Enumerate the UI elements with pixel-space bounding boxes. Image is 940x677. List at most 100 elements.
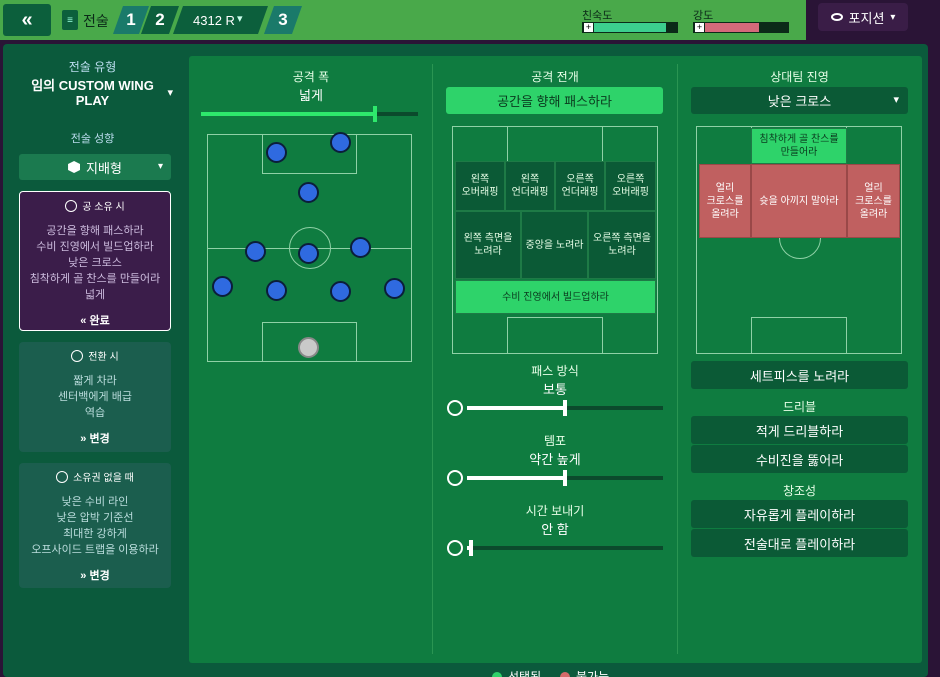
- legend-selected: 선택됨: [492, 668, 541, 677]
- transition-title: 전환 시: [23, 348, 167, 363]
- familiarity-label: 친숙도: [582, 10, 613, 22]
- formation-pitch: [207, 132, 412, 362]
- time-wasting-handle[interactable]: [468, 540, 473, 556]
- in-possession-item: 넓게: [84, 289, 106, 301]
- player-marker-dr[interactable]: [384, 278, 405, 299]
- passing-title: 패스 방식: [531, 364, 579, 378]
- intensity-label: 강도: [693, 10, 714, 22]
- approach-title: 공격 전개: [531, 70, 579, 84]
- player-marker-dc[interactable]: [330, 281, 351, 302]
- in-possession-item: 침착하게 골 찬스를 만들어라: [29, 273, 161, 285]
- transition-card[interactable]: 전환 시 짧게 차라 센터백에게 배급 역습 » 변경: [19, 342, 171, 452]
- out-of-possession-title: 소유권 없을 때: [23, 469, 167, 484]
- speedometer-icon: [447, 470, 463, 486]
- transition-item: 짧게 차라: [73, 375, 117, 387]
- in-possession-title: 공 소유 시: [24, 198, 166, 213]
- double-chevron-left-icon: «: [21, 8, 33, 31]
- transition-item: 역습: [84, 407, 106, 419]
- player-marker-am[interactable]: [298, 182, 319, 203]
- final-third-value: 낮은 크로스: [767, 94, 832, 109]
- done-button[interactable]: « 완료: [24, 312, 166, 328]
- ball-icon: [447, 400, 463, 416]
- disciplined-play-button[interactable]: 전술대로 플레이하라: [691, 529, 908, 557]
- zone-left-underlap[interactable]: 왼쪽 언더래핑: [505, 161, 555, 211]
- in-possession-item: 낮은 크로스: [68, 257, 122, 269]
- passing-handle[interactable]: [563, 400, 567, 416]
- zone-center[interactable]: 중앙을 노려라: [521, 211, 588, 279]
- attacking-width-handle[interactable]: [372, 106, 377, 122]
- familiarity-meter: +: [582, 22, 678, 33]
- column-divider: [677, 64, 678, 654]
- penalty-box: [507, 126, 603, 162]
- tactics-icon: ≡: [62, 10, 78, 30]
- legend-unavailable: 불가능: [560, 668, 609, 677]
- time-wasting-value: 안 함: [541, 522, 569, 537]
- chevron-down-icon: ▾: [167, 87, 173, 99]
- player-marker-dc[interactable]: [266, 280, 287, 301]
- zone-right-flank[interactable]: 오른쪽 측면을 노려라: [588, 211, 656, 279]
- zone-early-cross-right[interactable]: 얼리 크로스를 올려라: [847, 164, 900, 238]
- final-third-title: 상대팀 진영: [770, 70, 829, 84]
- change-button[interactable]: » 변경: [23, 567, 167, 583]
- zone-right-overlap[interactable]: 오른쪽 오버래핑: [605, 161, 656, 211]
- player-marker-st[interactable]: [266, 142, 287, 163]
- zone-early-cross-left[interactable]: 얼리 크로스를 올려라: [699, 164, 751, 238]
- zone-right-underlap[interactable]: 오른쪽 언더래핑: [555, 161, 605, 211]
- instructions-area: 공격 폭 넓게 공격 전개 공간을 향해 패스하라 왼쪽 오버래핑 왼쪽 언더래…: [189, 56, 922, 663]
- player-marker-gk[interactable]: [298, 337, 319, 358]
- position-view-button[interactable]: 포지션 ▾: [818, 3, 908, 31]
- out-of-possession-item: 오프사이드 트랩을 이용하라: [31, 544, 159, 556]
- tactic-name-selector[interactable]: 임의 CUSTOM WING PLAY ▾: [10, 78, 175, 108]
- time-wasting-slider[interactable]: [467, 546, 663, 550]
- position-button-label: 포지션: [848, 10, 885, 26]
- in-possession-item: 수비 진영에서 빌드업하라: [36, 241, 154, 253]
- out-of-possession-item: 낮은 수비 라인: [61, 496, 129, 508]
- intensity-meter: +: [693, 22, 789, 33]
- familiarity-fill: [594, 23, 667, 32]
- plus-icon: +: [584, 22, 593, 32]
- zone-work-into-box[interactable]: 침착하게 골 찬스를 만들어라: [751, 128, 847, 164]
- tactic-slot-3[interactable]: 3: [264, 6, 302, 34]
- in-possession-item: 공간을 향해 패스하라: [46, 225, 144, 237]
- final-third-dropdown[interactable]: 낮은 크로스 ▾: [691, 87, 908, 114]
- free-play-button[interactable]: 자유롭게 플레이하라: [691, 500, 908, 528]
- formation-selector[interactable]: 4312 R: [173, 6, 268, 34]
- player-marker-dm[interactable]: [298, 243, 319, 264]
- back-button[interactable]: «: [3, 4, 51, 36]
- out-of-possession-card[interactable]: 소유권 없을 때 낮은 수비 라인 낮은 압박 기준선 최대한 강하게 오프사이…: [19, 463, 171, 588]
- mentality-dropdown[interactable]: 지배형 ▾: [19, 154, 171, 180]
- attacking-width-value: 넓게: [299, 88, 323, 103]
- approach-value-button[interactable]: 공간을 향해 패스하라: [446, 87, 663, 114]
- attacking-width-fill: [201, 112, 375, 116]
- unavailable-dot: [560, 671, 570, 677]
- attacking-width-title: 공격 폭: [292, 70, 330, 84]
- tempo-title: 템포: [543, 434, 567, 448]
- plus-icon: +: [695, 22, 704, 32]
- passing-fill: [467, 406, 565, 410]
- tempo-value: 약간 높게: [529, 452, 581, 467]
- creative-freedom-title: 창조성: [782, 484, 817, 498]
- in-possession-card[interactable]: 공 소유 시 공간을 향해 패스하라 수비 진영에서 빌드업하라 낮은 크로스 …: [19, 191, 171, 331]
- out-of-possession-item: 최대한 강하게: [63, 528, 127, 540]
- player-marker-mc[interactable]: [245, 241, 266, 262]
- zone-left-flank[interactable]: 왼쪽 측면을 노려라: [455, 211, 521, 279]
- player-marker-dl[interactable]: [212, 276, 233, 297]
- chevron-down-icon: ▾: [893, 94, 899, 106]
- dribble-less-button[interactable]: 적게 드리블하라: [691, 416, 908, 444]
- zone-left-overlap[interactable]: 왼쪽 오버래핑: [455, 161, 505, 211]
- chevron-down-icon: ▾: [890, 11, 896, 23]
- run-at-defence-button[interactable]: 수비진을 뚫어라: [691, 445, 908, 473]
- out-of-possession-item: 낮은 압박 기준선: [56, 512, 134, 524]
- change-button[interactable]: » 변경: [23, 430, 167, 446]
- zone-buildup[interactable]: 수비 진영에서 빌드업하라: [455, 280, 656, 314]
- set-piece-button[interactable]: 세트피스를 노려라: [691, 361, 908, 389]
- player-marker-st[interactable]: [330, 132, 351, 153]
- player-marker-mc[interactable]: [350, 237, 371, 258]
- mentality-icon: [68, 161, 81, 173]
- penalty-box: [507, 317, 603, 354]
- final-third-pitch: 침착하게 골 찬스를 만들어라 얼리 크로스를 올려라 슛을 아끼지 말아라 얼…: [696, 126, 902, 354]
- tempo-handle[interactable]: [563, 470, 567, 486]
- zone-shoot-on-sight[interactable]: 슛을 아끼지 말아라: [751, 164, 847, 238]
- time-wasting-title: 시간 보내기: [525, 504, 585, 518]
- intensity-fill: [705, 23, 759, 32]
